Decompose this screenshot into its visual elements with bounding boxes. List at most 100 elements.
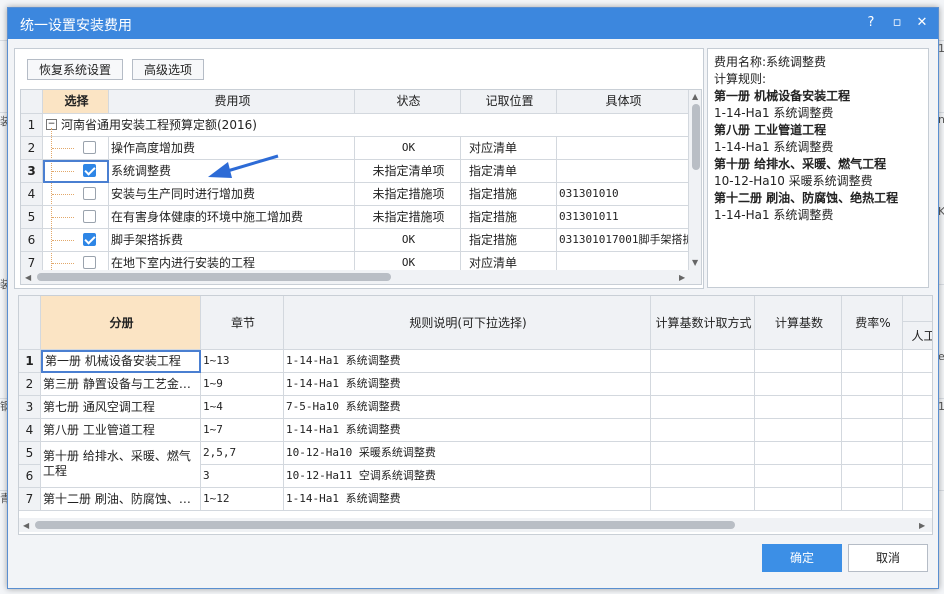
horizontal-scrollbar[interactable]: ◀ ▶ [19, 518, 932, 532]
base-cell[interactable] [755, 465, 842, 488]
detail-cell[interactable] [557, 137, 689, 160]
help-icon[interactable]: ? [863, 15, 879, 31]
detail-cell[interactable]: 031301010 [557, 183, 689, 206]
base-cell[interactable] [755, 396, 842, 419]
select-cell[interactable] [43, 229, 109, 252]
vertical-scrollbar[interactable]: ▲ ▼ [689, 90, 701, 270]
position-cell[interactable]: 指定措施 [461, 206, 557, 229]
column-header-status[interactable]: 状态 [355, 90, 461, 114]
scroll-left-icon[interactable]: ◀ [25, 273, 31, 282]
select-cell-active[interactable] [43, 160, 109, 183]
labor-cell[interactable] [903, 465, 932, 488]
scroll-thumb[interactable] [37, 273, 391, 281]
scroll-thumb[interactable] [35, 521, 735, 529]
column-header-detail[interactable]: 具体项 [557, 90, 689, 114]
chapter-cell[interactable]: 1~12 [201, 488, 284, 511]
rate-cell[interactable] [842, 350, 903, 373]
row-checkbox[interactable] [83, 187, 96, 200]
labor-cell[interactable] [903, 350, 932, 373]
chapter-cell[interactable]: 1~4 [201, 396, 284, 419]
detail-cell[interactable]: 031301011 [557, 206, 689, 229]
base-method-cell[interactable] [651, 350, 755, 373]
base-method-cell[interactable] [651, 488, 755, 511]
row-checkbox[interactable] [83, 210, 96, 223]
base-cell[interactable] [755, 350, 842, 373]
volume-cell[interactable]: 第十二册 刷油、防腐蚀、… [41, 488, 201, 511]
rule-cell[interactable]: 10-12-Ha10 采暖系统调整费 [284, 442, 651, 465]
rule-cell[interactable]: 1-14-Ha1 系统调整费 [284, 373, 651, 396]
position-cell[interactable]: 指定措施 [461, 183, 557, 206]
base-method-cell[interactable] [651, 442, 755, 465]
maximize-icon[interactable]: ▫ [889, 15, 905, 31]
base-cell[interactable] [755, 419, 842, 442]
detail-cell[interactable]: 031301017001脚手架搭拆 [557, 229, 689, 252]
scroll-up-icon[interactable]: ▲ [692, 92, 698, 101]
base-method-cell[interactable] [651, 419, 755, 442]
column-header-position[interactable]: 记取位置 [461, 90, 557, 114]
advanced-options-button[interactable]: 高级选项 [132, 59, 204, 80]
base-cell[interactable] [755, 373, 842, 396]
chapter-cell[interactable]: 1~13 [201, 350, 284, 373]
chapter-cell[interactable]: 2,5,7 [201, 442, 284, 465]
select-cell[interactable] [43, 183, 109, 206]
cancel-button[interactable]: 取消 [848, 544, 928, 572]
labor-cell[interactable] [903, 488, 932, 511]
rate-cell[interactable] [842, 373, 903, 396]
chapter-cell[interactable]: 3 [201, 465, 284, 488]
rule-cell[interactable]: 1-14-Ha1 系统调整费 [284, 419, 651, 442]
column-header-volume[interactable]: 分册 [41, 296, 201, 350]
rate-cell[interactable] [842, 419, 903, 442]
rate-cell[interactable] [842, 465, 903, 488]
column-header-base-method[interactable]: 计算基数计取方式 [651, 296, 755, 350]
rule-cell[interactable]: 7-5-Ha10 系统调整费 [284, 396, 651, 419]
labor-cell[interactable] [903, 396, 932, 419]
column-header-base[interactable]: 计算基数 [755, 296, 842, 350]
position-cell[interactable]: 指定清单 [461, 160, 557, 183]
rate-cell[interactable] [842, 488, 903, 511]
fee-item-name[interactable]: 脚手架搭拆费 [109, 229, 355, 252]
base-cell[interactable] [755, 442, 842, 465]
rate-cell[interactable] [842, 396, 903, 419]
volume-cell-merged[interactable]: 第十册 给排水、采暖、燃气 工程 [41, 442, 201, 488]
rate-cell[interactable] [842, 442, 903, 465]
volume-cell-active[interactable]: 第一册 机械设备安装工程 [41, 350, 201, 373]
group-row[interactable]: − 河南省通用安装工程预算定额(2016) [43, 114, 689, 137]
column-header-labor[interactable]: 人工 [903, 322, 932, 350]
row-checkbox-checked[interactable] [83, 164, 96, 177]
ok-button[interactable]: 确定 [762, 544, 842, 572]
volume-cell[interactable]: 第七册 通风空调工程 [41, 396, 201, 419]
base-method-cell[interactable] [651, 396, 755, 419]
rule-cell[interactable]: 1-14-Ha1 系统调整费 [284, 488, 651, 511]
labor-cell[interactable] [903, 373, 932, 396]
scroll-down-icon[interactable]: ▼ [692, 258, 698, 267]
chapter-cell[interactable]: 1~9 [201, 373, 284, 396]
base-method-cell[interactable] [651, 373, 755, 396]
rule-cell[interactable]: 1-14-Ha1 系统调整费 [284, 350, 651, 373]
scroll-right-icon[interactable]: ▶ [679, 273, 685, 282]
horizontal-scrollbar[interactable]: ◀ ▶ [21, 270, 701, 284]
labor-cell[interactable] [903, 442, 932, 465]
base-method-cell[interactable] [651, 465, 755, 488]
detail-cell[interactable] [557, 160, 689, 183]
volume-cell[interactable]: 第三册 静置设备与工艺金… [41, 373, 201, 396]
volume-cell[interactable]: 第八册 工业管道工程 [41, 419, 201, 442]
rule-cell[interactable]: 10-12-Ha11 空调系统调整费 [284, 465, 651, 488]
chapter-cell[interactable]: 1~7 [201, 419, 284, 442]
column-header-rate[interactable]: 费率% [842, 296, 903, 350]
select-cell[interactable] [43, 137, 109, 160]
base-cell[interactable] [755, 488, 842, 511]
dialog-titlebar[interactable]: 统一设置安装费用 ? ▫ ✕ [8, 8, 938, 39]
close-icon[interactable]: ✕ [914, 15, 930, 31]
restore-system-settings-button[interactable]: 恢复系统设置 [27, 59, 123, 80]
scroll-right-icon[interactable]: ▶ [919, 521, 925, 530]
position-cell[interactable]: 指定措施 [461, 229, 557, 252]
column-header-select[interactable]: 选择 [43, 90, 109, 114]
scroll-left-icon[interactable]: ◀ [23, 521, 29, 530]
column-header-fee-item[interactable]: 费用项 [109, 90, 355, 114]
row-checkbox[interactable] [83, 256, 96, 269]
column-header-chapter[interactable]: 章节 [201, 296, 284, 350]
select-cell[interactable] [43, 206, 109, 229]
labor-cell[interactable] [903, 419, 932, 442]
row-checkbox-checked[interactable] [83, 233, 96, 246]
fee-item-name[interactable]: 在有害身体健康的环境中施工增加费 [109, 206, 355, 229]
